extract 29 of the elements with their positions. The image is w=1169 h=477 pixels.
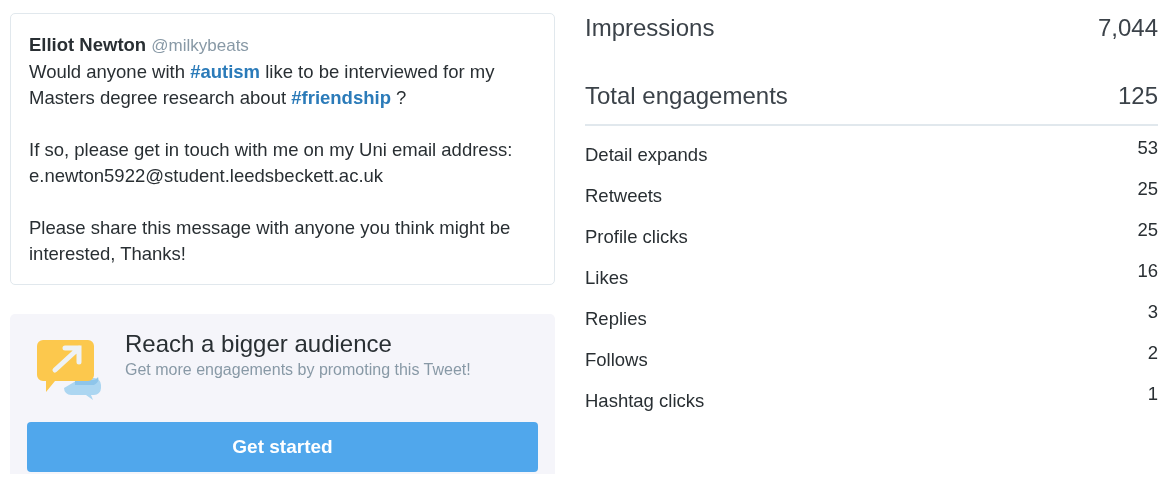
metric-value: 25: [1137, 177, 1158, 201]
tweet-paragraph: Please share this message with anyone you think might be interested, Thanks!: [29, 216, 512, 266]
summary-value: 7,044: [1097, 13, 1158, 43]
metric-label: Likes: [585, 266, 629, 290]
hashtag-link[interactable]: #friendship: [291, 87, 391, 108]
metric-label: Profile clicks: [585, 225, 688, 249]
author-handle: @milkybeats: [151, 36, 249, 55]
author-name: Elliot Newton: [29, 34, 147, 55]
metric-value: 53: [1137, 136, 1158, 160]
metric-label: Detail expands: [585, 143, 708, 167]
tweet-paragraph: Would anyone with #autism like to be interviewed for my Masters degree research about #friendship ?: [29, 60, 496, 110]
metric-value: 16: [1137, 259, 1158, 283]
hashtag-link[interactable]: #autism: [190, 61, 261, 82]
chat-arrow-icon: [37, 340, 101, 400]
tweet-paragraph: If so, please get in touch with me on my Uni email address: e.newton5922@student.leedsbeckett.ac.uk: [29, 138, 514, 188]
metric-value: 2: [1147, 341, 1158, 365]
get-started-button[interactable]: Get started: [27, 422, 538, 472]
metric-value: 25: [1137, 218, 1158, 242]
promo-title: Reach a bigger audience: [125, 330, 393, 358]
metric-label: Follows: [585, 348, 648, 372]
summary-label: Total engagements: [585, 81, 788, 111]
promo-subtitle: Get more engagements by promoting this Tweet!: [125, 360, 471, 380]
metric-label: Replies: [585, 307, 647, 331]
metric-value: 1: [1147, 382, 1158, 406]
metric-label: Hashtag clicks: [585, 389, 705, 413]
summary-label: Impressions: [585, 13, 715, 43]
metric-value: 3: [1147, 300, 1158, 324]
metric-label: Retweets: [585, 184, 663, 208]
summary-value: 125: [1117, 81, 1158, 111]
